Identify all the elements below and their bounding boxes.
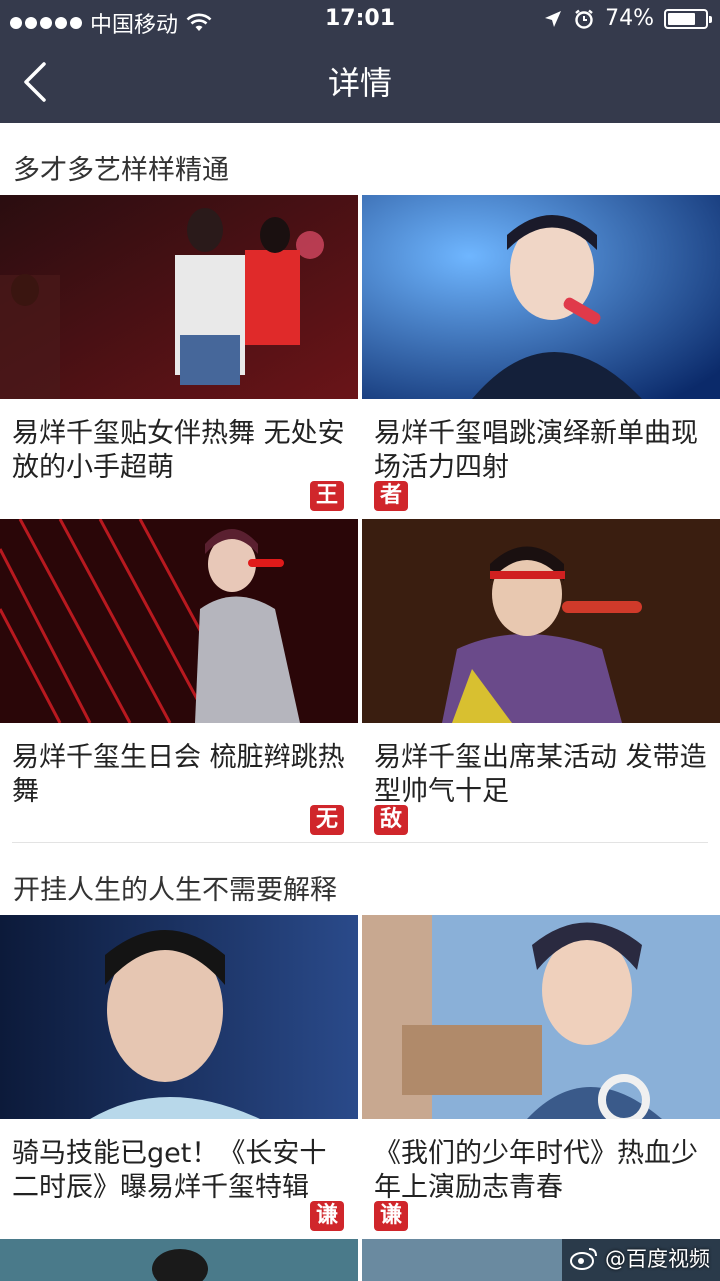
video-card[interactable]: 王 易烊千玺贴女伴热舞 无处安放的小手超萌	[0, 195, 358, 515]
card-badge: 无	[310, 805, 344, 835]
nav-bar: 详情	[0, 40, 720, 123]
video-card[interactable]: 者 易烊千玺唱跳演绎新单曲现场活力四射	[362, 195, 720, 515]
status-bar: 中国移动 17:01 74%	[0, 0, 720, 40]
section-divider	[12, 842, 708, 843]
battery-icon	[664, 8, 712, 29]
alarm-icon	[575, 9, 593, 29]
location-arrow-icon	[545, 10, 562, 27]
watermark-text: @百度视频	[605, 1247, 710, 1271]
card-title: 易烊千玺唱跳演绎新单曲现场活力四射	[374, 418, 698, 483]
video-card[interactable]: 敌 易烊千玺出席某活动 发带造型帅气十足	[362, 519, 720, 839]
card-badge: 谦	[310, 1201, 344, 1231]
card-badge: 王	[310, 481, 344, 511]
card-title: 骑马技能已get！《长安十二时辰》曝易烊千玺特辑	[12, 1138, 327, 1203]
video-thumbnail	[0, 915, 358, 1119]
card-badge: 敌	[374, 805, 408, 835]
section-title-1: 多才多艺样样精通	[13, 155, 229, 186]
card-title: 《我们的少年时代》热血少年上演励志青春	[374, 1138, 698, 1203]
video-thumbnail	[0, 519, 358, 723]
video-thumbnail	[0, 195, 358, 399]
card-title: 易烊千玺出席某活动 发带造型帅气十足	[374, 742, 707, 807]
section-title-2: 开挂人生的人生不需要解释	[13, 875, 337, 906]
video-thumbnail	[362, 195, 720, 399]
status-right: 74%	[543, 6, 712, 31]
battery-percent: 74%	[605, 6, 654, 31]
card-title: 易烊千玺贴女伴热舞 无处安放的小手超萌	[12, 418, 345, 483]
weibo-icon	[570, 1248, 597, 1270]
video-card[interactable]: 无 易烊千玺生日会 梳脏辫跳热舞	[0, 519, 358, 839]
video-thumbnail	[362, 519, 720, 723]
page-title: 详情	[327, 64, 392, 102]
card-badge: 者	[374, 481, 408, 511]
card-badge: 谦	[374, 1201, 408, 1231]
video-card[interactable]: 谦 《我们的少年时代》热血少年上演励志青春	[362, 915, 720, 1235]
video-card[interactable]: 谦 骑马技能已get！《长安十二时辰》曝易烊千玺特辑	[0, 915, 358, 1235]
video-card[interactable]	[0, 1239, 358, 1281]
video-thumbnail	[0, 1239, 358, 1281]
watermark: @百度视频	[569, 1243, 710, 1273]
card-title: 易烊千玺生日会 梳脏辫跳热舞	[12, 742, 345, 807]
video-thumbnail	[362, 915, 720, 1119]
